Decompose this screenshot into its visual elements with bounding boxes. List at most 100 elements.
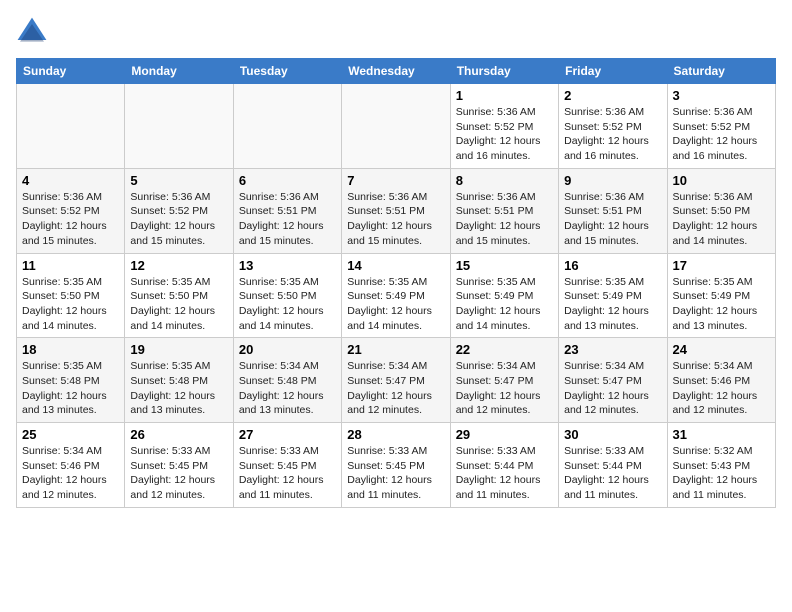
day-number: 8: [456, 173, 553, 188]
calendar-cell: 19 Sunrise: 5:35 AM Sunset: 5:48 PM Dayli…: [125, 338, 233, 423]
day-info: Sunrise: 5:36 AM Sunset: 5:50 PM Dayligh…: [673, 190, 770, 249]
calendar-cell: 23 Sunrise: 5:34 AM Sunset: 5:47 PM Dayli…: [559, 338, 667, 423]
calendar-cell: 17Sunrise: 5:35 AM Sunset: 5:49 PM Dayli…: [667, 253, 775, 338]
day-info: Sunrise: 5:35 AM Sunset: 5:50 PM Dayligh…: [239, 275, 336, 334]
calendar-cell: 24Sunrise: 5:34 AM Sunset: 5:46 PM Dayli…: [667, 338, 775, 423]
week-row-5: 25 Sunrise: 5:34 AM Sunset: 5:46 PM Dayli…: [17, 423, 776, 508]
day-info: Sunrise: 5:36 AM Sunset: 5:52 PM Dayligh…: [673, 105, 770, 164]
calendar-cell: 26 Sunrise: 5:33 AM Sunset: 5:45 PM Dayli…: [125, 423, 233, 508]
day-number: 16: [564, 258, 661, 273]
weekday-header-friday: Friday: [559, 59, 667, 84]
day-number: 24: [673, 342, 770, 357]
calendar-cell: 4 Sunrise: 5:36 AM Sunset: 5:52 PM Daylig…: [17, 168, 125, 253]
day-number: 29: [456, 427, 553, 442]
weekday-header-thursday: Thursday: [450, 59, 558, 84]
calendar-cell: 14 Sunrise: 5:35 AM Sunset: 5:49 PM Dayli…: [342, 253, 450, 338]
calendar-cell: 15 Sunrise: 5:35 AM Sunset: 5:49 PM Dayli…: [450, 253, 558, 338]
day-info: Sunrise: 5:35 AM Sunset: 5:49 PM Dayligh…: [347, 275, 444, 334]
weekday-header-row: SundayMondayTuesdayWednesdayThursdayFrid…: [17, 59, 776, 84]
calendar-cell: 6 Sunrise: 5:36 AM Sunset: 5:51 PM Daylig…: [233, 168, 341, 253]
calendar-cell: [17, 84, 125, 169]
day-number: 14: [347, 258, 444, 273]
day-info: Sunrise: 5:35 AM Sunset: 5:49 PM Dayligh…: [564, 275, 661, 334]
weekday-header-sunday: Sunday: [17, 59, 125, 84]
week-row-3: 11 Sunrise: 5:35 AM Sunset: 5:50 PM Dayli…: [17, 253, 776, 338]
calendar-cell: 18 Sunrise: 5:35 AM Sunset: 5:48 PM Dayli…: [17, 338, 125, 423]
calendar-table: SundayMondayTuesdayWednesdayThursdayFrid…: [16, 58, 776, 508]
day-info: Sunrise: 5:36 AM Sunset: 5:51 PM Dayligh…: [347, 190, 444, 249]
day-number: 21: [347, 342, 444, 357]
day-number: 7: [347, 173, 444, 188]
calendar-cell: 20 Sunrise: 5:34 AM Sunset: 5:48 PM Dayli…: [233, 338, 341, 423]
day-info: Sunrise: 5:34 AM Sunset: 5:47 PM Dayligh…: [456, 359, 553, 418]
calendar-cell: 27 Sunrise: 5:33 AM Sunset: 5:45 PM Dayli…: [233, 423, 341, 508]
calendar-cell: 11 Sunrise: 5:35 AM Sunset: 5:50 PM Dayli…: [17, 253, 125, 338]
calendar-cell: 10 Sunrise: 5:36 AM Sunset: 5:50 PM Dayli…: [667, 168, 775, 253]
day-number: 31: [673, 427, 770, 442]
day-number: 23: [564, 342, 661, 357]
calendar-cell: 9Sunrise: 5:36 AM Sunset: 5:51 PM Daylig…: [559, 168, 667, 253]
calendar-cell: 13 Sunrise: 5:35 AM Sunset: 5:50 PM Dayli…: [233, 253, 341, 338]
day-info: Sunrise: 5:32 AM Sunset: 5:43 PM Dayligh…: [673, 444, 770, 503]
day-info: Sunrise: 5:33 AM Sunset: 5:45 PM Dayligh…: [130, 444, 227, 503]
day-info: Sunrise: 5:36 AM Sunset: 5:52 PM Dayligh…: [22, 190, 119, 249]
day-number: 20: [239, 342, 336, 357]
weekday-header-monday: Monday: [125, 59, 233, 84]
day-number: 18: [22, 342, 119, 357]
day-number: 11: [22, 258, 119, 273]
calendar-cell: 30 Sunrise: 5:33 AM Sunset: 5:44 PM Dayli…: [559, 423, 667, 508]
calendar-cell: 2Sunrise: 5:36 AM Sunset: 5:52 PM Daylig…: [559, 84, 667, 169]
weekday-header-saturday: Saturday: [667, 59, 775, 84]
day-number: 25: [22, 427, 119, 442]
calendar-cell: 22 Sunrise: 5:34 AM Sunset: 5:47 PM Dayli…: [450, 338, 558, 423]
week-row-2: 4 Sunrise: 5:36 AM Sunset: 5:52 PM Daylig…: [17, 168, 776, 253]
day-number: 4: [22, 173, 119, 188]
calendar-cell: 7 Sunrise: 5:36 AM Sunset: 5:51 PM Daylig…: [342, 168, 450, 253]
calendar-cell: 29Sunrise: 5:33 AM Sunset: 5:44 PM Dayli…: [450, 423, 558, 508]
calendar-cell: 21 Sunrise: 5:34 AM Sunset: 5:47 PM Dayli…: [342, 338, 450, 423]
day-info: Sunrise: 5:35 AM Sunset: 5:49 PM Dayligh…: [673, 275, 770, 334]
calendar-cell: [125, 84, 233, 169]
day-info: Sunrise: 5:34 AM Sunset: 5:47 PM Dayligh…: [564, 359, 661, 418]
week-row-4: 18 Sunrise: 5:35 AM Sunset: 5:48 PM Dayli…: [17, 338, 776, 423]
calendar-cell: 31 Sunrise: 5:32 AM Sunset: 5:43 PM Dayli…: [667, 423, 775, 508]
calendar-cell: [233, 84, 341, 169]
day-info: Sunrise: 5:35 AM Sunset: 5:50 PM Dayligh…: [130, 275, 227, 334]
day-number: 22: [456, 342, 553, 357]
day-info: Sunrise: 5:36 AM Sunset: 5:52 PM Dayligh…: [130, 190, 227, 249]
day-number: 30: [564, 427, 661, 442]
calendar-cell: 12 Sunrise: 5:35 AM Sunset: 5:50 PM Dayli…: [125, 253, 233, 338]
calendar-cell: 5Sunrise: 5:36 AM Sunset: 5:52 PM Daylig…: [125, 168, 233, 253]
day-number: 12: [130, 258, 227, 273]
day-number: 13: [239, 258, 336, 273]
day-info: Sunrise: 5:33 AM Sunset: 5:45 PM Dayligh…: [239, 444, 336, 503]
weekday-header-tuesday: Tuesday: [233, 59, 341, 84]
day-info: Sunrise: 5:34 AM Sunset: 5:47 PM Dayligh…: [347, 359, 444, 418]
day-number: 3: [673, 88, 770, 103]
calendar-cell: 28Sunrise: 5:33 AM Sunset: 5:45 PM Dayli…: [342, 423, 450, 508]
day-info: Sunrise: 5:34 AM Sunset: 5:48 PM Dayligh…: [239, 359, 336, 418]
day-info: Sunrise: 5:34 AM Sunset: 5:46 PM Dayligh…: [22, 444, 119, 503]
day-info: Sunrise: 5:33 AM Sunset: 5:44 PM Dayligh…: [564, 444, 661, 503]
day-info: Sunrise: 5:35 AM Sunset: 5:50 PM Dayligh…: [22, 275, 119, 334]
week-row-1: 1Sunrise: 5:36 AM Sunset: 5:52 PM Daylig…: [17, 84, 776, 169]
page-header: [16, 16, 776, 48]
day-info: Sunrise: 5:36 AM Sunset: 5:51 PM Dayligh…: [239, 190, 336, 249]
day-info: Sunrise: 5:35 AM Sunset: 5:48 PM Dayligh…: [22, 359, 119, 418]
day-number: 27: [239, 427, 336, 442]
calendar-cell: [342, 84, 450, 169]
day-number: 19: [130, 342, 227, 357]
day-number: 6: [239, 173, 336, 188]
day-number: 26: [130, 427, 227, 442]
day-number: 15: [456, 258, 553, 273]
calendar-cell: 3 Sunrise: 5:36 AM Sunset: 5:52 PM Daylig…: [667, 84, 775, 169]
day-number: 10: [673, 173, 770, 188]
calendar-cell: 1Sunrise: 5:36 AM Sunset: 5:52 PM Daylig…: [450, 84, 558, 169]
calendar-cell: 16 Sunrise: 5:35 AM Sunset: 5:49 PM Dayli…: [559, 253, 667, 338]
day-info: Sunrise: 5:35 AM Sunset: 5:49 PM Dayligh…: [456, 275, 553, 334]
day-info: Sunrise: 5:36 AM Sunset: 5:52 PM Dayligh…: [564, 105, 661, 164]
day-info: Sunrise: 5:35 AM Sunset: 5:48 PM Dayligh…: [130, 359, 227, 418]
day-number: 28: [347, 427, 444, 442]
day-info: Sunrise: 5:36 AM Sunset: 5:52 PM Dayligh…: [456, 105, 553, 164]
weekday-header-wednesday: Wednesday: [342, 59, 450, 84]
